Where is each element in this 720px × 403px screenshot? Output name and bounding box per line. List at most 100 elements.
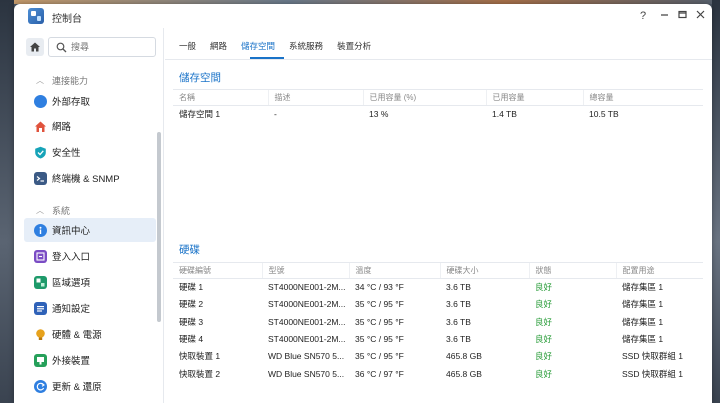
login-portal-icon xyxy=(34,249,47,263)
column-header[interactable]: 名稱 xyxy=(173,89,268,106)
sidebar-group-label: 系統 xyxy=(52,206,71,216)
home-icon xyxy=(30,42,40,52)
sidebar-item-external-access[interactable]: 外部存取 xyxy=(24,89,156,113)
disk-usage: SSD 快取群組 1 xyxy=(622,368,683,379)
column-header[interactable]: 硬碟編號 xyxy=(173,262,262,279)
sidebar-item-label: 登入入口 xyxy=(52,252,91,263)
volume-used-percent: 13 % xyxy=(369,109,389,120)
sidebar-item-label: 安全性 xyxy=(52,148,81,159)
tab-device-analytics[interactable]: 裝置分析 xyxy=(337,40,371,54)
sidebar-item-notification[interactable]: 通知設定 xyxy=(24,296,156,320)
table-row[interactable]: 快取裝置 1 WD Blue SN570 5... 35 °C / 95 °F … xyxy=(173,348,703,365)
window-title: 控制台 xyxy=(52,14,82,25)
sidebar-item-hardware-power[interactable]: 硬體 & 電源 xyxy=(24,322,156,346)
desktop-wallpaper-left xyxy=(0,0,14,403)
disk-status: 良好 xyxy=(535,351,553,362)
disk-id: 快取裝置 1 xyxy=(179,351,221,362)
column-header[interactable]: 狀態 xyxy=(528,262,616,279)
column-header[interactable]: 已用容量 (%) xyxy=(362,89,486,106)
tab-storage[interactable]: 儲存空間 xyxy=(241,40,275,54)
storage-table: 名稱 描述 已用容量 (%) 已用容量 總容量 儲存空間 1 - 13 % 1.… xyxy=(173,89,703,123)
table-row[interactable]: 硬碟 3 ST4000NE001-2M... 35 °C / 95 °F 3.6… xyxy=(173,313,703,330)
column-header[interactable]: 描述 xyxy=(267,89,363,106)
table-row[interactable]: 硬碟 4 ST4000NE001-2M... 35 °C / 95 °F 3.6… xyxy=(173,330,703,347)
notification-icon xyxy=(34,301,47,315)
disks-section-title: 硬碟 xyxy=(179,244,200,256)
disk-model: ST4000NE001-2M... xyxy=(268,334,346,345)
help-icon[interactable]: ? xyxy=(636,9,650,23)
sidebar-item-update-restore[interactable]: 更新 & 還原 xyxy=(24,374,156,398)
sidebar-item-login-portal[interactable]: 登入入口 xyxy=(24,244,156,268)
house-network-icon xyxy=(34,120,47,133)
terminal-icon xyxy=(34,171,47,185)
chevron-up-icon: ︿ xyxy=(36,206,44,215)
disk-usage: 儲存集區 1 xyxy=(622,282,664,293)
sidebar-group-system[interactable]: ︿ 系統 xyxy=(36,204,70,217)
minimize-icon[interactable] xyxy=(657,9,671,23)
column-header[interactable]: 已用容量 xyxy=(485,89,583,106)
disk-temperature: 35 °C / 95 °F xyxy=(355,334,404,345)
close-icon[interactable] xyxy=(693,9,707,23)
sidebar-item-network[interactable]: 網路 xyxy=(24,114,156,138)
disk-size: 465.8 GB xyxy=(446,351,482,362)
volume-description: - xyxy=(274,109,277,120)
sidebar-item-terminal-snmp[interactable]: 終端機 & SNMP xyxy=(24,166,156,190)
disk-model: ST4000NE001-2M... xyxy=(268,282,346,293)
sidebar-item-label: 更新 & 還原 xyxy=(52,382,102,393)
disk-id: 硬碟 4 xyxy=(179,334,204,345)
sidebar-item-label: 通知設定 xyxy=(52,304,91,315)
disk-size: 3.6 TB xyxy=(446,334,471,345)
home-button[interactable] xyxy=(26,38,44,56)
sidebar-item-info-center[interactable]: 資訊中心 xyxy=(24,218,156,242)
sidebar-item-regional-options[interactable]: 區域選項 xyxy=(24,270,156,294)
sidebar-group-connectivity[interactable]: ︿ 連接能力 xyxy=(36,74,88,87)
search-box[interactable] xyxy=(48,37,156,57)
volume-used: 1.4 TB xyxy=(492,109,517,120)
sidebar-item-label: 區域選項 xyxy=(52,278,91,289)
disk-size: 3.6 TB xyxy=(446,299,471,310)
maximize-icon[interactable] xyxy=(675,9,689,23)
column-header[interactable]: 溫度 xyxy=(348,262,440,279)
disk-model: ST4000NE001-2M... xyxy=(268,316,346,327)
control-panel-window: 控制台 ? ︿ 連接能力 外部存取 xyxy=(14,4,712,403)
column-header[interactable]: 硬碟大小 xyxy=(439,262,529,279)
disk-model: WD Blue SN570 5... xyxy=(268,368,345,379)
update-icon xyxy=(34,379,47,393)
sidebar-item-label: 外接裝置 xyxy=(52,356,91,367)
column-header[interactable]: 總容量 xyxy=(582,89,703,106)
sidebar-group-label: 連接能力 xyxy=(52,76,89,86)
disk-usage: SSD 快取群組 1 xyxy=(622,351,683,362)
sidebar-item-label: 外部存取 xyxy=(52,97,91,108)
column-header[interactable]: 型號 xyxy=(261,262,349,279)
disk-id: 硬碟 1 xyxy=(179,282,204,293)
disks-table: 硬碟編號 型號 溫度 硬碟大小 狀態 配置用途 硬碟 1 ST4000NE001… xyxy=(173,262,703,382)
disk-size: 3.6 TB xyxy=(446,316,471,327)
main-panel: 一般 網路 儲存空間 系統服務 裝置分析 儲存空間 名稱 描述 已用容量 (%)… xyxy=(165,28,712,403)
disk-temperature: 35 °C / 95 °F xyxy=(355,316,404,327)
disk-temperature: 34 °C / 93 °F xyxy=(355,282,404,293)
volume-total: 10.5 TB xyxy=(589,109,619,120)
table-row[interactable]: 硬碟 1 ST4000NE001-2M... 34 °C / 93 °F 3.6… xyxy=(173,279,703,296)
sidebar-item-security[interactable]: 安全性 xyxy=(24,140,156,164)
disk-status: 良好 xyxy=(535,299,553,310)
search-input[interactable] xyxy=(71,40,151,54)
sidebar-item-external-devices[interactable]: 外接裝置 xyxy=(24,348,156,372)
disk-status: 良好 xyxy=(535,368,553,379)
sidebar-item-label: 終端機 & SNMP xyxy=(52,174,120,185)
storage-table-header: 名稱 描述 已用容量 (%) 已用容量 總容量 xyxy=(173,89,703,106)
table-row[interactable]: 儲存空間 1 - 13 % 1.4 TB 10.5 TB xyxy=(173,106,703,123)
table-row[interactable]: 硬碟 2 ST4000NE001-2M... 35 °C / 95 °F 3.6… xyxy=(173,296,703,313)
tab-general[interactable]: 一般 xyxy=(179,40,196,54)
column-header[interactable]: 配置用途 xyxy=(615,262,703,279)
title-bar[interactable]: 控制台 ? xyxy=(14,4,712,28)
storage-section-title: 儲存空間 xyxy=(179,72,221,84)
tab-services[interactable]: 系統服務 xyxy=(289,40,323,54)
disk-size: 465.8 GB xyxy=(446,368,482,379)
tab-network[interactable]: 網路 xyxy=(210,40,227,54)
tab-bar: 一般 網路 儲存空間 系統服務 裝置分析 xyxy=(179,40,385,54)
disk-usage: 儲存集區 1 xyxy=(622,299,664,310)
globe-icon xyxy=(34,94,47,108)
sidebar-scrollbar[interactable] xyxy=(157,132,161,322)
table-row[interactable]: 快取裝置 2 WD Blue SN570 5... 36 °C / 97 °F … xyxy=(173,365,703,382)
search-icon xyxy=(56,42,67,53)
